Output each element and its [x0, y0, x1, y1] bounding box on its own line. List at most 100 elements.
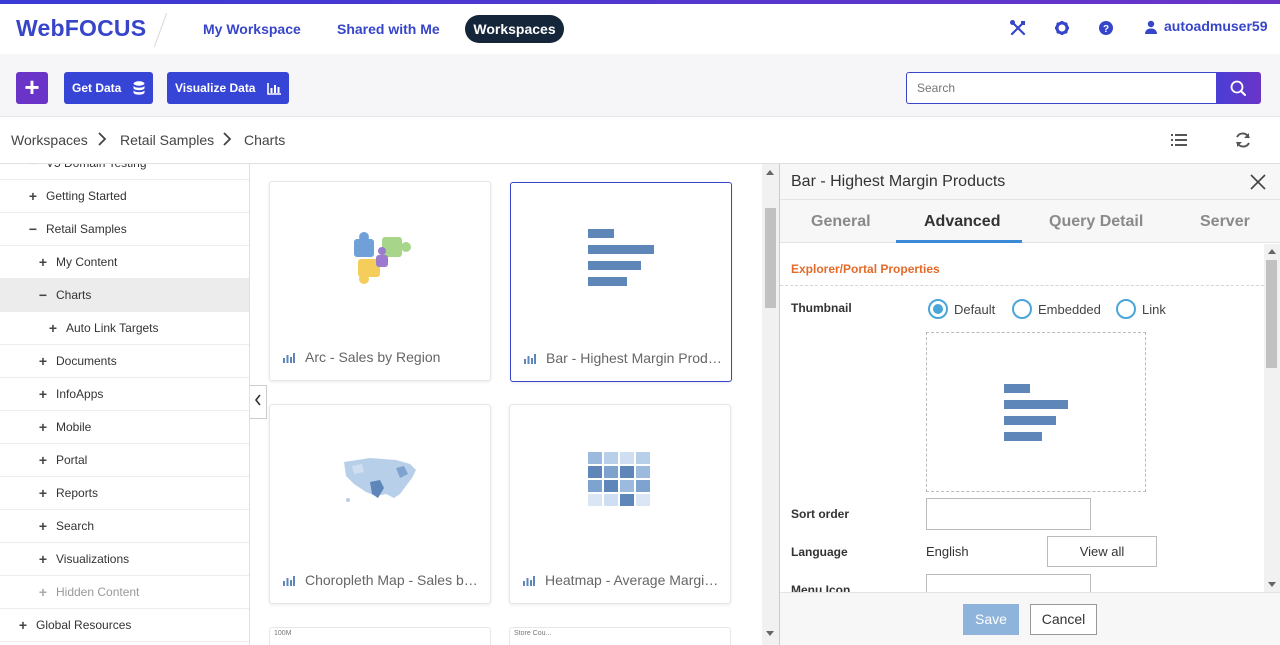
tree-item-search[interactable]: + Search — [0, 510, 249, 543]
username: autoadmuser59 — [1164, 18, 1268, 34]
radio-link[interactable]: Link — [1116, 299, 1166, 319]
list-view-icon[interactable] — [1169, 130, 1191, 152]
section-title: Explorer/Portal Properties — [791, 262, 940, 276]
nav-shared-with-me[interactable]: Shared with Me — [337, 21, 440, 37]
bar-chart-icon — [267, 83, 281, 95]
tab-advanced[interactable]: Advanced — [924, 213, 1000, 231]
nav-my-workspace[interactable]: My Workspace — [203, 21, 301, 37]
breadcrumb-charts[interactable]: Charts — [244, 132, 285, 148]
radio-embedded[interactable]: Embedded — [1012, 299, 1101, 319]
language-value: English — [926, 544, 969, 559]
chevron-right-icon — [222, 131, 232, 150]
section-divider — [780, 285, 1264, 286]
bar-chart-icon — [1004, 384, 1068, 441]
tab-query-detail[interactable]: Query Detail — [1049, 213, 1143, 231]
tree-item-v5-domain-testing[interactable]: −V5 Domain Testing — [0, 164, 249, 180]
chart-type-icon — [283, 576, 295, 586]
tab-server[interactable]: Server — [1200, 213, 1250, 231]
content-card[interactable]: Heatmap - Average Margin by Store — [509, 404, 731, 604]
get-data-button[interactable]: Get Data — [64, 72, 153, 104]
top-bar: WebFOCUS My Workspace Shared with Me Wor… — [0, 4, 1280, 54]
card-title: Arc - Sales by Region — [283, 349, 481, 365]
scroll-up-icon[interactable] — [766, 170, 774, 175]
tree-item-infoapps[interactable]: + InfoApps — [0, 378, 249, 411]
help-icon[interactable]: ? — [1096, 18, 1116, 38]
active-tab-indicator — [896, 240, 1022, 243]
tree-item-reports[interactable]: + Reports — [0, 477, 249, 510]
tree-item-portal[interactable]: + Portal — [0, 444, 249, 477]
us-map-icon — [270, 405, 490, 555]
chart-type-icon — [283, 353, 295, 363]
workspace-tree: −V5 Domain Testing +Getting Started −Ret… — [0, 164, 250, 645]
cancel-button[interactable]: Cancel — [1030, 604, 1097, 635]
refresh-icon[interactable] — [1233, 130, 1255, 152]
database-icon — [133, 81, 145, 95]
panel-footer: Save Cancel — [780, 592, 1280, 645]
radio-selected-icon — [928, 299, 948, 319]
view-all-button[interactable]: View all — [1047, 536, 1157, 567]
tree-item-global-resources[interactable]: + Global Resources — [0, 609, 249, 642]
search-button[interactable] — [1216, 72, 1261, 104]
add-button[interactable]: + — [16, 72, 48, 104]
svg-text:?: ? — [1103, 24, 1109, 35]
content-card[interactable]: Bar - Highest Margin Products — [510, 182, 732, 382]
panel-header: Bar - Highest Margin Products — [780, 164, 1280, 200]
panel-body: Explorer/Portal Properties Thumbnail Def… — [780, 244, 1264, 592]
tree-item-documents[interactable]: + Documents — [0, 345, 249, 378]
breadcrumb-retail-samples[interactable]: Retail Samples — [120, 132, 214, 148]
collapse-tree-button[interactable] — [250, 385, 267, 419]
search-input[interactable] — [906, 72, 1217, 104]
scroll-down-icon[interactable] — [1268, 582, 1276, 587]
panel-scrollbar[interactable] — [1264, 244, 1280, 592]
language-label: Language — [791, 545, 848, 559]
scroll-up-icon[interactable] — [1268, 249, 1276, 254]
tree-item-mobile[interactable]: + Mobile — [0, 411, 249, 444]
nav-workspaces[interactable]: Workspaces — [465, 15, 564, 43]
tree-item-getting-started[interactable]: + Getting Started — [0, 180, 249, 213]
scroll-down-icon[interactable] — [766, 631, 774, 636]
menu-icon-label: Menu Icon — [791, 583, 851, 592]
tree-item-hidden-content[interactable]: + Hidden Content — [0, 576, 249, 609]
heatmap-icon — [510, 405, 730, 555]
tree-item-visualizations[interactable]: + Visualizations — [0, 543, 249, 576]
tree-item-retail-samples[interactable]: − Retail Samples — [0, 213, 249, 246]
logo-divider — [153, 12, 168, 48]
chart-type-icon — [523, 576, 535, 586]
app-logo[interactable]: WebFOCUS — [16, 15, 146, 42]
user-menu[interactable]: autoadmuser59 — [1144, 18, 1267, 34]
scroll-thumb[interactable] — [1266, 260, 1277, 368]
content-grid: Arc - Sales by Region Bar - Highest Marg… — [251, 164, 761, 645]
chevron-left-icon — [254, 394, 261, 406]
user-icon — [1145, 20, 1157, 34]
toolbar: + Get Data Visualize Data — [0, 54, 1280, 117]
card-title: Choropleth Map - Sales by State — [283, 572, 481, 588]
chart-type-icon — [524, 354, 536, 364]
breadcrumb-workspaces[interactable]: Workspaces — [11, 132, 88, 148]
save-button[interactable]: Save — [963, 604, 1019, 635]
scroll-thumb[interactable] — [765, 208, 776, 308]
tools-icon[interactable] — [1008, 18, 1028, 38]
sort-order-input[interactable] — [926, 498, 1091, 530]
breadcrumb: Workspaces Retail Samples Charts — [0, 117, 1280, 164]
close-icon[interactable] — [1249, 173, 1267, 191]
card-title: Bar - Highest Margin Products — [524, 350, 722, 366]
content-scrollbar[interactable] — [762, 164, 779, 645]
content-card[interactable]: Store Cou... — [509, 627, 731, 645]
properties-panel: Bar - Highest Margin Products General Ad… — [779, 164, 1280, 645]
content-card[interactable]: 100M — [269, 627, 491, 645]
sort-order-label: Sort order — [791, 507, 850, 521]
tree-item-charts[interactable]: − Charts — [0, 279, 249, 312]
content-card[interactable]: Arc - Sales by Region — [269, 181, 491, 381]
gear-icon[interactable] — [1052, 18, 1072, 38]
radio-default[interactable]: Default — [928, 299, 995, 319]
tab-general[interactable]: General — [811, 213, 871, 231]
menu-icon-input[interactable] — [926, 574, 1091, 592]
visualize-data-button[interactable]: Visualize Data — [167, 72, 289, 104]
panel-tabs: General Advanced Query Detail Server — [780, 200, 1280, 243]
tree-item-auto-link-targets[interactable]: + Auto Link Targets — [0, 312, 249, 345]
thumbnail-label: Thumbnail — [791, 301, 852, 315]
puzzle-icon — [270, 182, 490, 332]
chevron-right-icon — [97, 131, 107, 150]
tree-item-my-content[interactable]: + My Content — [0, 246, 249, 279]
content-card[interactable]: Choropleth Map - Sales by State — [269, 404, 491, 604]
